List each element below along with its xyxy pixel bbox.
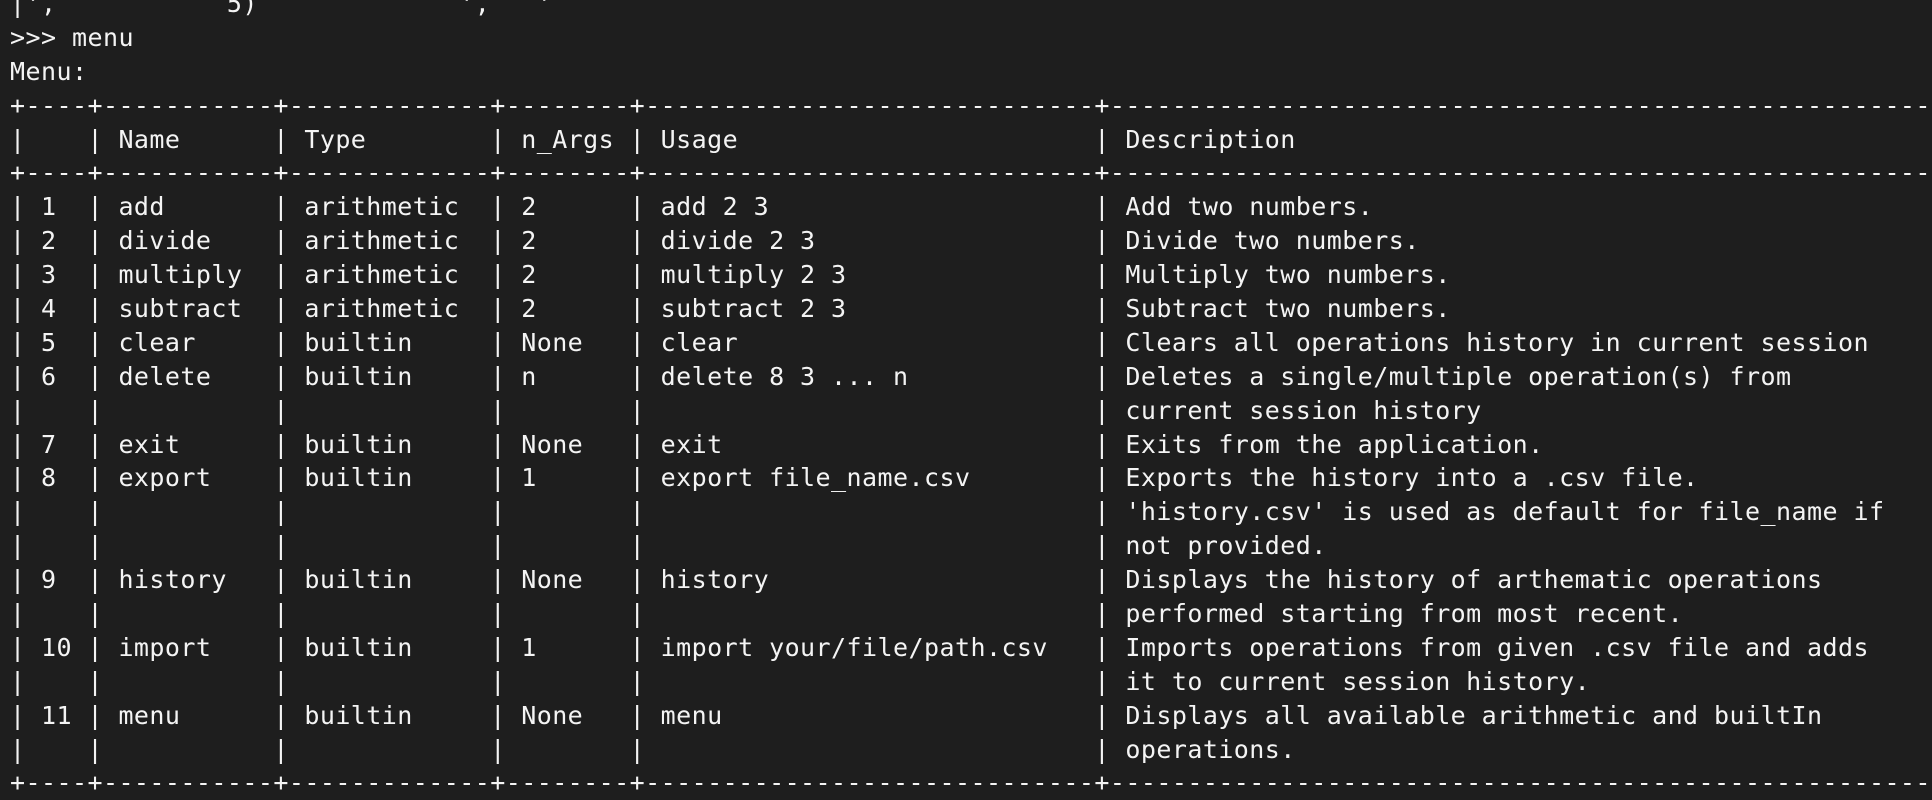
table-bottom-border: +----+-----------+-------------+--------… — [10, 768, 1932, 798]
menu-label: Menu: — [10, 56, 88, 86]
table-row-continuation: | | | | | | performed starting from most… — [10, 599, 1932, 629]
table-row: | 10 | import | builtin | 1 | import you… — [10, 632, 1932, 662]
table-row-continuation: | | | | | | not provided. | — [10, 531, 1932, 561]
table-top-border: +----+-----------+-------------+--------… — [10, 90, 1932, 120]
table-row: | 4 | subtract | arithmetic | 2 | subtra… — [10, 294, 1932, 324]
table-row-continuation: | | | | | | it to current session histor… — [10, 666, 1932, 696]
table-row-continuation: | | | | | | operations. | — [10, 734, 1932, 764]
table-row-continuation: | | | | | | 'history.csv' is used as def… — [10, 497, 1932, 527]
table-row: | 9 | history | builtin | None | history… — [10, 565, 1932, 595]
terminal-output: |', 5) ', ' >>> menu Menu: +----+----------… — [10, 0, 1932, 800]
table-row: | 2 | divide | arithmetic | 2 | divide 2… — [10, 226, 1932, 256]
table-header-row: | | Name | Type | n_Args | Usage | Descr… — [10, 124, 1932, 154]
table-row: | 6 | delete | builtin | n | delete 8 3 … — [10, 361, 1932, 391]
table-row: | 7 | exit | builtin | None | exit | Exi… — [10, 429, 1932, 459]
command-prompt-line: >>> menu — [10, 22, 134, 52]
table-row: | 5 | clear | builtin | None | clear | C… — [10, 327, 1932, 357]
table-row: | 1 | add | arithmetic | 2 | add 2 3 | A… — [10, 192, 1932, 222]
table-row-continuation: | | | | | | current session history | — [10, 395, 1932, 425]
terminal-line-partial: |', 5) ', ' — [10, 0, 553, 18]
table-header-border: +----+-----------+-------------+--------… — [10, 158, 1932, 188]
table-row: | 8 | export | builtin | 1 | export file… — [10, 463, 1932, 493]
table-row: | 11 | menu | builtin | None | menu | Di… — [10, 700, 1932, 730]
table-row: | 3 | multiply | arithmetic | 2 | multip… — [10, 260, 1932, 290]
